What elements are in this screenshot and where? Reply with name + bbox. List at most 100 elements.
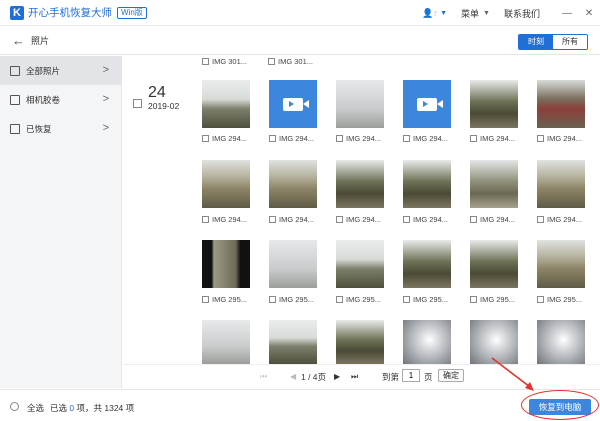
photo-checkbox[interactable]	[403, 134, 410, 142]
photo-thumbnail[interactable]	[269, 320, 317, 364]
menu-caret-icon[interactable]: ▼	[483, 10, 490, 17]
photo-checkbox[interactable]	[269, 215, 276, 223]
photo-filename: IMG 294...	[212, 133, 248, 143]
sidebar-item-recovered[interactable]: 已恢复 >	[0, 114, 121, 143]
photo-filename: IMG 301...	[212, 56, 248, 66]
date-group-checkbox[interactable]	[133, 99, 142, 108]
close-button[interactable]: ✕	[578, 8, 600, 19]
photo-checkbox[interactable]	[202, 57, 209, 65]
photo-filename: IMG 295...	[547, 294, 583, 304]
photo-checkbox[interactable]	[470, 215, 477, 223]
group-day: 24	[148, 84, 166, 101]
photo-checkbox[interactable]	[202, 134, 209, 142]
first-page-icon[interactable]: ⏮	[260, 372, 267, 382]
photo-checkbox[interactable]	[470, 134, 477, 142]
photo-checkbox[interactable]	[403, 215, 410, 223]
photo-checkbox[interactable]	[268, 57, 275, 65]
next-page-icon[interactable]: ▶	[334, 372, 340, 381]
user-menu[interactable]: 👤 r ▼	[422, 8, 447, 18]
sidebar-item-camera-roll[interactable]: 相机胶卷 >	[0, 85, 121, 114]
photo-filename: IMG 294...	[346, 133, 382, 143]
photo-checkbox[interactable]	[336, 215, 343, 223]
edition-badge: Win版	[117, 6, 147, 19]
photo-filename: IMG 294...	[279, 133, 315, 143]
contact-us-link[interactable]: 联系我们	[504, 7, 540, 20]
photo-filename: IMG 294...	[413, 133, 449, 143]
chevron-right-icon: >	[102, 64, 109, 76]
photo-thumbnail[interactable]	[537, 80, 585, 128]
photo-checkbox[interactable]	[537, 134, 544, 142]
sidebar-item-all-photos[interactable]: 全部照片 >	[0, 56, 121, 85]
photo-checkbox[interactable]	[537, 215, 544, 223]
group-month: 2019-02	[148, 101, 180, 111]
video-camera-icon	[417, 97, 443, 111]
prev-page-icon[interactable]: ◀	[290, 372, 296, 381]
minimize-button[interactable]: —	[556, 8, 578, 19]
chevron-right-icon: >	[102, 122, 109, 134]
photo-filename: IMG 295...	[212, 294, 248, 304]
app-logo-icon: K	[10, 5, 24, 20]
photo-caption: IMG 294...	[269, 214, 314, 224]
goto-confirm-button[interactable]: 确定	[438, 369, 464, 382]
photo-caption: IMG 294...	[336, 214, 381, 224]
photo-checkbox[interactable]	[269, 295, 276, 303]
back-arrow-icon[interactable]: ←	[12, 33, 25, 48]
photo-thumbnail[interactable]	[403, 160, 451, 208]
photo-thumbnail[interactable]	[202, 160, 250, 208]
photo-thumbnail[interactable]	[403, 240, 451, 288]
photo-caption: IMG 294...	[269, 133, 314, 143]
goto-page-input[interactable]	[402, 369, 420, 382]
photo-filename: IMG 295...	[279, 294, 315, 304]
goto-unit: 页	[424, 372, 433, 382]
photo-thumbnail[interactable]	[537, 160, 585, 208]
photo-filename: IMG 294...	[413, 214, 449, 224]
photo-thumbnail[interactable]	[470, 80, 518, 128]
photo-thumbnail[interactable]	[537, 320, 585, 364]
selection-summary: 已选 0 项，共 1324 项	[50, 403, 135, 413]
photo-checkbox[interactable]	[336, 134, 343, 142]
video-camera-icon	[283, 97, 309, 111]
photo-caption: IMG 301...	[268, 56, 313, 66]
photo-caption: IMG 301...	[202, 56, 247, 66]
tab-all[interactable]: 所有	[553, 35, 587, 49]
photo-checkbox[interactable]	[202, 215, 209, 223]
photo-thumbnail[interactable]	[336, 160, 384, 208]
tab-moments[interactable]: 时刻	[519, 35, 553, 49]
video-thumbnail[interactable]	[269, 80, 317, 128]
photo-thumbnail[interactable]	[470, 160, 518, 208]
image-icon	[10, 123, 20, 134]
user-name: r	[434, 8, 438, 18]
photo-thumbnail[interactable]	[336, 320, 384, 364]
photo-thumbnail[interactable]	[336, 80, 384, 128]
photo-thumbnail[interactable]	[470, 240, 518, 288]
video-thumbnail[interactable]	[403, 80, 451, 128]
last-page-icon[interactable]: ⏭	[351, 372, 358, 382]
photo-filename: IMG 295...	[346, 294, 382, 304]
photo-checkbox[interactable]	[470, 295, 477, 303]
photo-caption: IMG 294...	[470, 133, 515, 143]
photo-thumbnail[interactable]	[202, 320, 250, 364]
photo-thumbnail[interactable]	[336, 240, 384, 288]
menu-button[interactable]: 菜单	[461, 7, 479, 20]
photo-checkbox[interactable]	[269, 134, 276, 142]
photo-filename: IMG 294...	[547, 214, 583, 224]
app-title: 开心手机恢复大师	[28, 7, 112, 19]
photo-checkbox[interactable]	[403, 295, 410, 303]
photo-caption: IMG 294...	[537, 214, 582, 224]
page-indicator: 1 / 4页	[301, 372, 327, 382]
select-all-radio[interactable]	[10, 402, 19, 411]
photo-caption: IMG 294...	[537, 133, 582, 143]
photo-thumbnail[interactable]	[537, 240, 585, 288]
photo-thumbnail[interactable]	[269, 160, 317, 208]
photo-filename: IMG 294...	[279, 214, 315, 224]
chevron-right-icon: >	[102, 93, 109, 105]
user-caret-icon: ▼	[440, 9, 448, 17]
photo-thumbnail[interactable]	[202, 240, 250, 288]
photo-checkbox[interactable]	[537, 295, 544, 303]
photo-thumbnail[interactable]	[403, 320, 451, 364]
select-all-label[interactable]: 全选	[27, 402, 44, 414]
photo-checkbox[interactable]	[336, 295, 343, 303]
photo-checkbox[interactable]	[202, 295, 209, 303]
photo-thumbnail[interactable]	[269, 240, 317, 288]
photo-thumbnail[interactable]	[202, 80, 250, 128]
